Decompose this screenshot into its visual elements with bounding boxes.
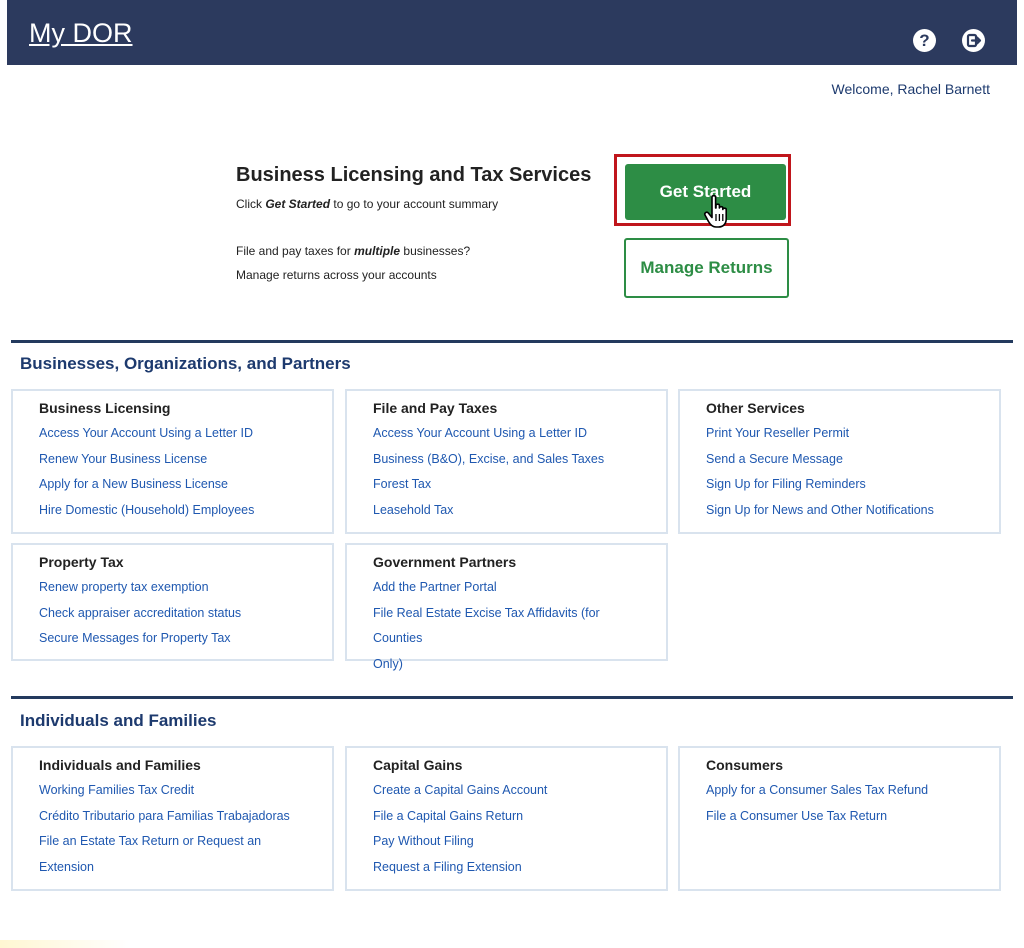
link-real-estate-excise-affidavits-cont[interactable]: Only): [373, 652, 646, 678]
link-access-account-letter-id[interactable]: Access Your Account Using a Letter ID: [373, 421, 646, 447]
link-print-reseller-permit[interactable]: Print Your Reseller Permit: [706, 421, 979, 447]
card-business-licensing: Business Licensing Access Your Account U…: [11, 389, 334, 534]
link-property-tax-messages[interactable]: Secure Messages for Property Tax: [39, 626, 312, 652]
card-title: Property Tax: [39, 554, 124, 570]
link-file-capital-gains-return[interactable]: File a Capital Gains Return: [373, 804, 646, 830]
card-title: Other Services: [706, 400, 805, 416]
link-forest-tax[interactable]: Forest Tax: [373, 472, 646, 498]
hero-title: Business Licensing and Tax Services: [236, 164, 592, 186]
card-file-and-pay-taxes: File and Pay Taxes Access Your Account U…: [345, 389, 668, 534]
link-news-notifications[interactable]: Sign Up for News and Other Notifications: [706, 498, 979, 524]
card-other-services: Other Services Print Your Reseller Permi…: [678, 389, 1001, 534]
hero-text: File and pay taxes for: [236, 244, 355, 258]
hero-emphasis: multiple: [354, 244, 401, 258]
card-government-partners: Government Partners Add the Partner Port…: [345, 543, 668, 671]
welcome-message: Welcome, Rachel Barnett: [831, 81, 990, 97]
logout-button[interactable]: [962, 29, 985, 52]
link-pay-without-filing[interactable]: Pay Without Filing: [373, 829, 646, 855]
link-consumer-use-tax-return[interactable]: File a Consumer Use Tax Return: [706, 804, 979, 830]
section-title-individuals: Individuals and Families: [20, 711, 217, 730]
card-title: Government Partners: [373, 554, 517, 570]
section-title-businesses: Businesses, Organizations, and Partners: [20, 354, 351, 373]
link-renew-property-tax-exemption[interactable]: Renew property tax exemption: [39, 575, 312, 601]
link-add-partner-portal[interactable]: Add the Partner Portal: [373, 575, 646, 601]
top-nav-bar: My DOR ?: [7, 0, 1017, 65]
link-filing-reminders[interactable]: Sign Up for Filing Reminders: [706, 472, 979, 498]
decorative-glow: [0, 940, 130, 948]
link-send-secure-message[interactable]: Send a Secure Message: [706, 447, 979, 473]
hero-text: to go to your account summary: [330, 197, 499, 211]
link-appraiser-accreditation[interactable]: Check appraiser accreditation status: [39, 601, 312, 627]
card-consumers: Consumers Apply for a Consumer Sales Tax…: [678, 746, 1001, 891]
hero-text: businesses?: [400, 244, 471, 258]
hero-multiple-question: File and pay taxes for multiple business…: [236, 244, 470, 258]
card-capital-gains: Capital Gains Create a Capital Gains Acc…: [345, 746, 668, 891]
link-request-filing-extension[interactable]: Request a Filing Extension: [373, 855, 646, 881]
card-title: Consumers: [706, 757, 784, 773]
section-divider: [11, 696, 1013, 699]
question-circle-icon: ?: [919, 30, 930, 50]
card-individuals-and-families: Individuals and Families Working Familie…: [11, 746, 334, 891]
link-consumer-sales-tax-refund[interactable]: Apply for a Consumer Sales Tax Refund: [706, 778, 979, 804]
card-property-tax: Property Tax Renew property tax exemptio…: [11, 543, 334, 661]
brand-link[interactable]: My DOR: [29, 18, 133, 49]
help-button[interactable]: ?: [913, 29, 936, 52]
link-estate-tax-return[interactable]: File an Estate Tax Return or Request an …: [39, 829, 312, 880]
card-title: Capital Gains: [373, 757, 463, 773]
link-apply-business-license[interactable]: Apply for a New Business License: [39, 472, 312, 498]
hero-text: Click: [236, 197, 266, 211]
card-title: Individuals and Families: [39, 757, 201, 773]
hero-instruction: Click Get Started to go to your account …: [236, 197, 498, 211]
link-working-families-tax-credit[interactable]: Working Families Tax Credit: [39, 778, 312, 804]
link-create-capital-gains-account[interactable]: Create a Capital Gains Account: [373, 778, 646, 804]
section-divider: [11, 340, 1013, 343]
link-access-account-letter-id[interactable]: Access Your Account Using a Letter ID: [39, 421, 312, 447]
link-hire-domestic-employees[interactable]: Hire Domestic (Household) Employees: [39, 498, 312, 524]
link-credito-tributario[interactable]: Crédito Tributario para Familias Trabaja…: [39, 804, 312, 830]
card-title: File and Pay Taxes: [373, 400, 498, 416]
link-business-excise-sales-taxes[interactable]: Business (B&O), Excise, and Sales Taxes: [373, 447, 646, 473]
card-title: Business Licensing: [39, 400, 171, 416]
get-started-button[interactable]: Get Started: [625, 164, 786, 220]
link-renew-business-license[interactable]: Renew Your Business License: [39, 447, 312, 473]
hero-emphasis: Get Started: [265, 197, 331, 211]
sign-out-icon: [966, 33, 982, 48]
link-real-estate-excise-affidavits[interactable]: File Real Estate Excise Tax Affidavits (…: [373, 601, 646, 652]
manage-returns-button[interactable]: Manage Returns: [624, 238, 789, 298]
link-leasehold-tax[interactable]: Leasehold Tax: [373, 498, 646, 524]
hero-manage-text: Manage returns across your accounts: [236, 268, 437, 282]
